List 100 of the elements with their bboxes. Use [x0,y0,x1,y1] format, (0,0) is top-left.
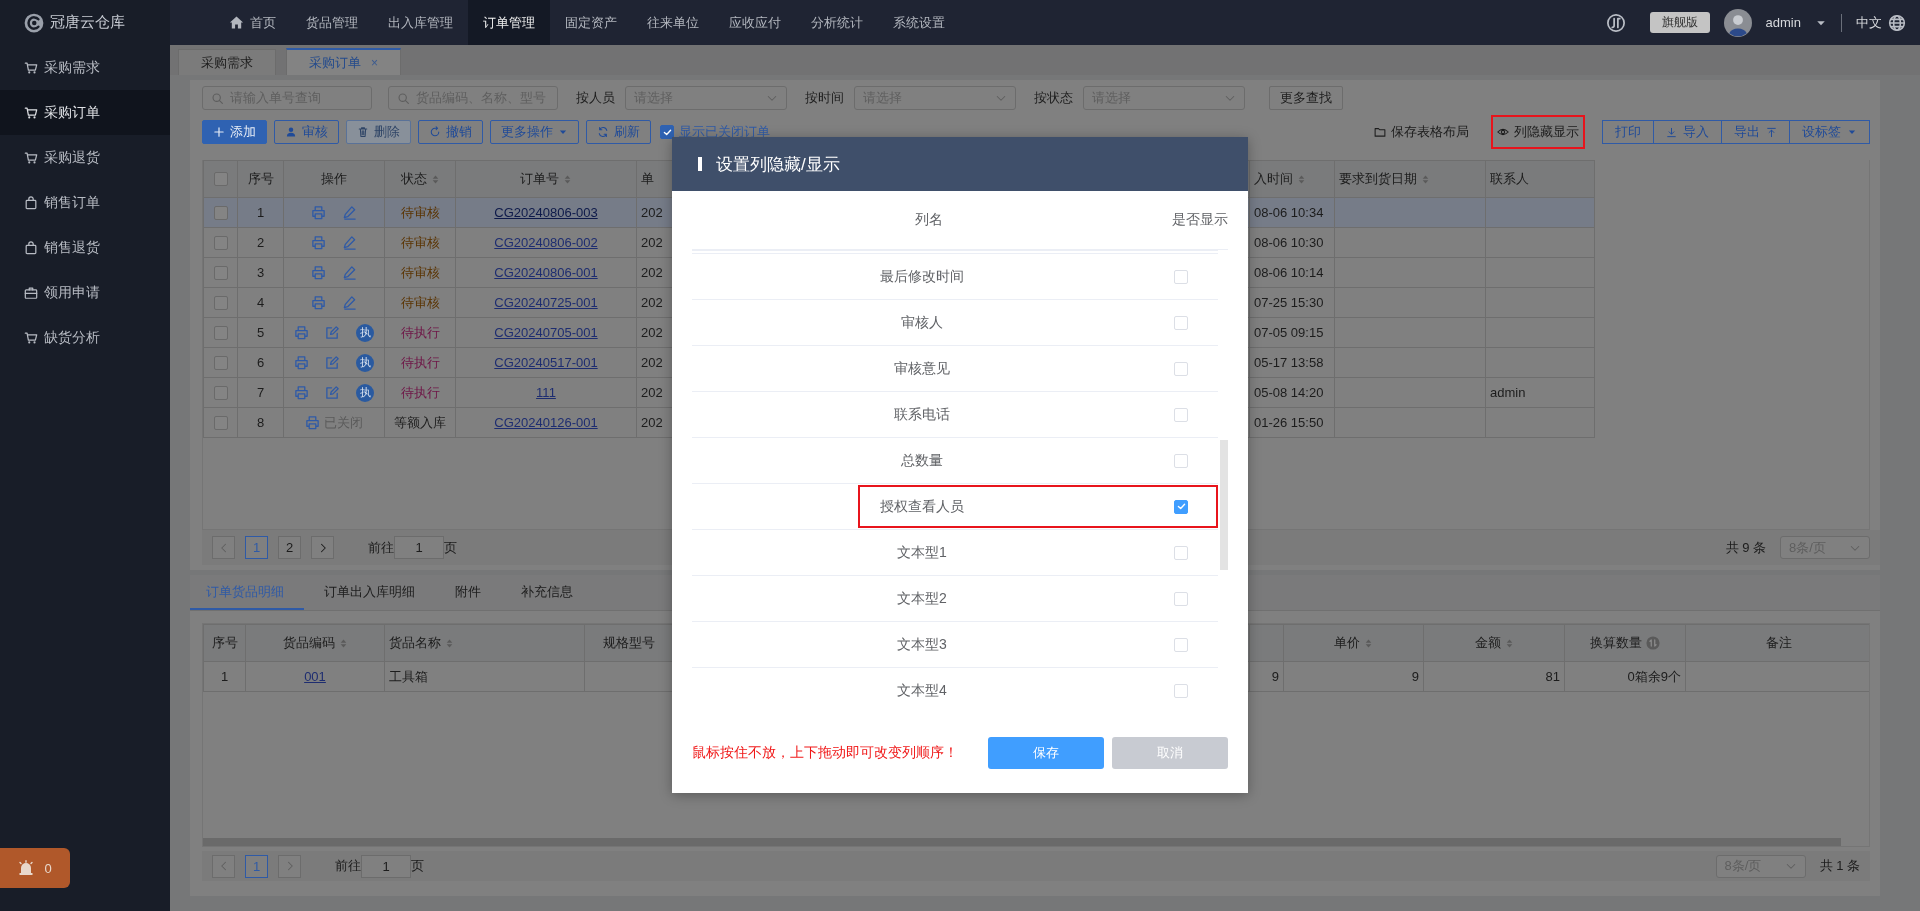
sidebar-item[interactable]: 采购订单 [0,90,170,135]
sidebar-item[interactable]: 销售订单 [0,180,170,225]
printer-icon[interactable] [305,415,320,430]
select-all-checkbox[interactable] [213,172,228,186]
cart-icon [24,150,38,165]
column-header: 单价 [1334,634,1360,652]
nav-item[interactable]: 首页 [214,0,291,45]
printer-icon[interactable] [294,385,309,400]
row-checkbox[interactable] [213,295,228,310]
checkbox[interactable] [1174,499,1188,514]
detail-tab[interactable]: 补充信息 [501,575,593,610]
column-header: 入时间 [1254,170,1293,188]
row-checkbox[interactable] [213,325,228,340]
row-checkbox[interactable] [213,355,228,370]
page-input[interactable]: 1 [361,854,411,878]
edit-icon[interactable] [325,325,340,340]
more-search-button[interactable]: 更多查找 [1269,86,1343,110]
alert-button[interactable]: 0 [0,848,70,888]
search-icon [397,91,410,105]
sidebar-item[interactable]: 采购需求 [0,45,170,90]
toolbar-button[interactable]: 打印 [1602,120,1654,144]
user-name[interactable]: admin [1765,15,1801,30]
list-row[interactable]: 最后修改时间 [692,253,1218,299]
printer-icon[interactable] [311,295,326,310]
execute-button[interactable]: 执 [356,323,374,342]
link[interactable]: 001 [304,669,326,684]
sidebar-item[interactable]: 销售退货 [0,225,170,270]
pencil-icon[interactable] [342,205,357,220]
cart-icon [24,60,38,75]
nav-item[interactable]: 分析统计 [796,0,878,45]
sidebar-item[interactable]: 缺货分析 [0,315,170,360]
pencil-icon[interactable] [342,265,357,280]
row-checkbox[interactable] [213,205,228,220]
nav-item[interactable]: 系统设置 [878,0,960,45]
toolbar-button[interactable]: 撤销 [418,120,483,144]
folder-icon [1374,126,1386,138]
page-input[interactable]: 1 [394,536,444,559]
round-emblem-icon[interactable] [1605,12,1626,33]
nav-item[interactable]: 出入库管理 [373,0,468,45]
list-row[interactable]: 审核意见 [692,345,1218,391]
link[interactable]: 111 [536,385,556,400]
toolbar-button[interactable]: 审核 [274,120,339,144]
toolbar-button[interactable]: 添加 [202,120,267,144]
page-tab[interactable]: 采购需求 [178,49,276,75]
scrollbar-thumb[interactable] [1220,440,1228,570]
globe-icon[interactable] [1888,13,1906,32]
list-row[interactable]: 文本型1 [692,529,1218,575]
detail-tab[interactable]: 订单出入库明细 [304,575,435,610]
printer-icon[interactable] [294,355,309,370]
page-tab[interactable]: 采购订单 × [286,48,401,75]
sidebar-item[interactable]: 采购退货 [0,135,170,180]
toolbar-button[interactable]: 刷新 [586,120,651,144]
pencil-icon[interactable] [342,235,357,250]
bag-icon [24,195,38,210]
sidebar-item[interactable]: 领用申请 [0,270,170,315]
row-checkbox[interactable] [213,235,228,250]
language-text: 中文 [1856,13,1882,32]
list-row[interactable]: 总数量 [692,437,1218,483]
column-header: 序号 [211,634,238,652]
column-visibility-button[interactable]: 列隐藏显示 [1491,115,1585,149]
status-cell: 待审核 [384,257,456,288]
user-icon [285,126,297,138]
printer-icon[interactable] [311,235,326,250]
edit-icon[interactable] [325,355,340,370]
toolbar-button[interactable]: 设标签 [1789,120,1870,144]
save-button[interactable]: 保存 [988,736,1104,769]
execute-button[interactable]: 执 [356,383,374,402]
list-row[interactable]: 文本型3 [692,621,1218,667]
list-row[interactable]: 审核人 [692,299,1218,345]
checkbox[interactable] [660,125,674,139]
save-layout-button[interactable]: 保存表格布局 [1370,115,1473,149]
printer-icon[interactable] [294,325,309,340]
nav-item[interactable]: 固定资产 [550,0,632,45]
list-row[interactable]: 联系电话 [692,391,1218,437]
page-button[interactable]: 2 [278,536,301,559]
toolbar-button[interactable]: 导出 [1721,120,1790,144]
detail-tab[interactable]: 附件 [435,575,501,610]
nav-item[interactable]: 往来单位 [632,0,714,45]
row-checkbox[interactable] [213,265,228,280]
next-page-button[interactable] [311,536,334,559]
list-row[interactable]: 文本型4 [692,667,1218,712]
row-checkbox[interactable] [213,415,228,430]
printer-icon[interactable] [311,205,326,220]
column-name: 最后修改时间 [880,267,964,286]
printer-icon[interactable] [311,265,326,280]
table-cell: 9 [1283,661,1424,692]
row-checkbox[interactable] [213,385,228,400]
nav-item[interactable]: 应收应付 [714,0,796,45]
more-actions-button[interactable]: 更多操作 [490,120,579,144]
avatar-icon[interactable] [1723,8,1752,37]
toolbar-button[interactable]: 导入 [1653,120,1722,144]
execute-button[interactable]: 执 [356,353,374,372]
list-row[interactable]: 授权查看人员 [692,483,1218,529]
pencil-icon[interactable] [342,295,357,310]
nav-item[interactable]: 订单管理 [468,0,550,45]
nav-item[interactable]: 货品管理 [291,0,373,45]
search-icon [211,91,224,105]
list-row[interactable]: 文本型2 [692,575,1218,621]
edit-icon[interactable] [325,385,340,400]
status-cell: 待审核 [384,287,456,318]
